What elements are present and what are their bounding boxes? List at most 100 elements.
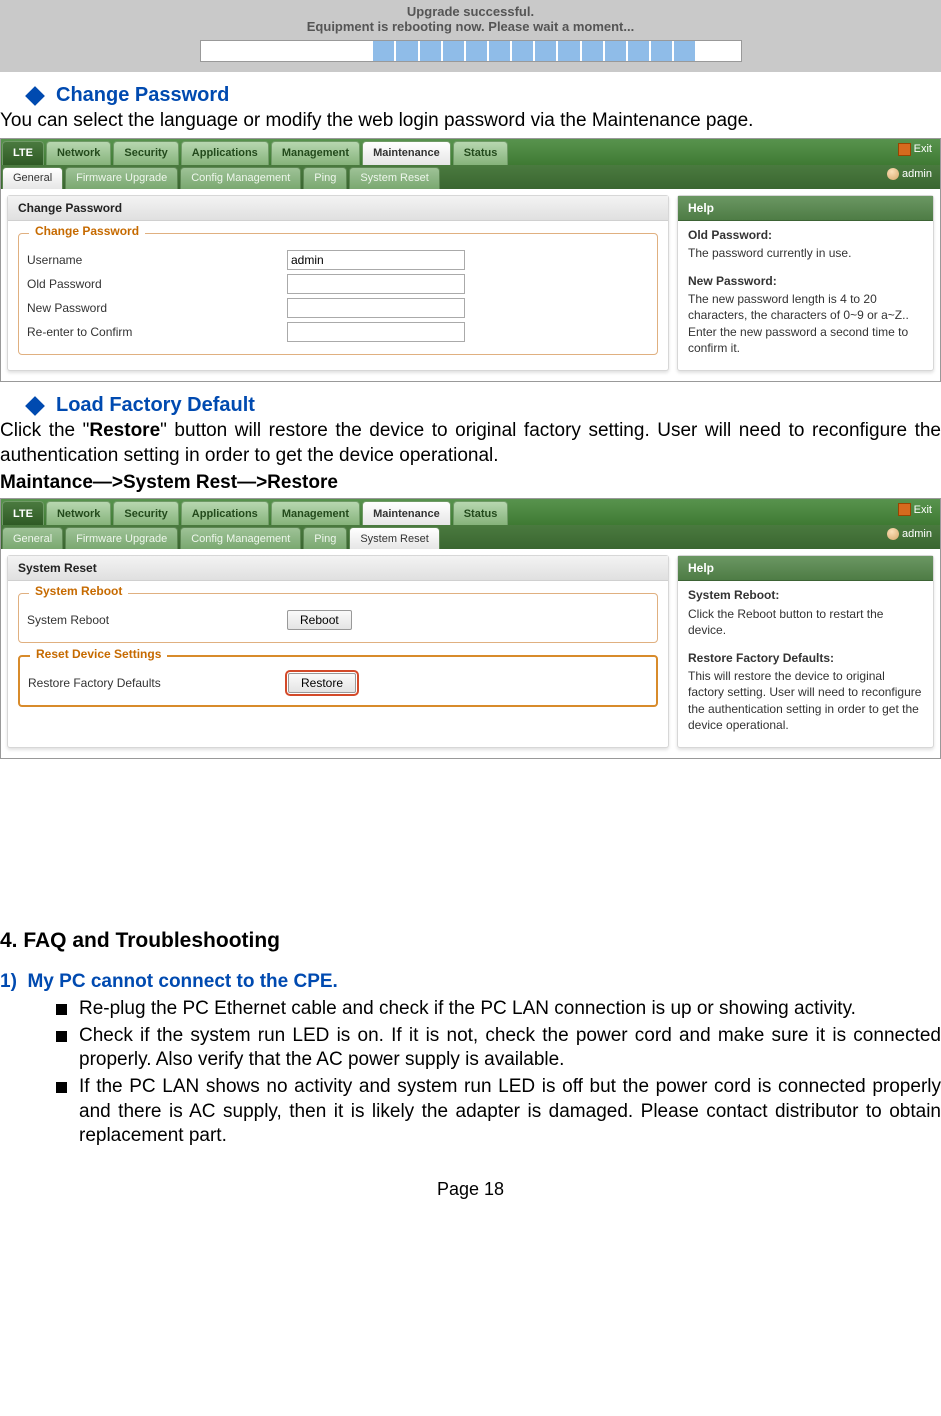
- text-path: Maintance—>System Rest—>Restore: [0, 472, 941, 494]
- faq-q1: 1) My PC cannot connect to the CPE.: [0, 971, 941, 993]
- tab-network[interactable]: Network: [46, 501, 111, 525]
- help-title: Help: [678, 556, 933, 581]
- text-load-factory-pre: Click the ": [0, 420, 89, 441]
- sub-tabs: General Firmware Upgrade Config Manageme…: [1, 165, 940, 189]
- progress-bar: [200, 40, 742, 62]
- user-icon: [887, 168, 899, 180]
- faq-bullet-3: If the PC LAN shows no activity and syst…: [79, 1075, 941, 1149]
- group-system-reboot: System Reboot System Reboot Reboot: [18, 593, 658, 643]
- tab-maintenance[interactable]: Maintenance: [362, 501, 451, 525]
- heading-faq: 4. FAQ and Troubleshooting: [0, 929, 941, 953]
- user-icon: [887, 528, 899, 540]
- reboot-button[interactable]: Reboot: [287, 610, 352, 630]
- input-username[interactable]: [287, 250, 465, 270]
- tab-management[interactable]: Management: [271, 501, 360, 525]
- subtab-system-reset[interactable]: System Reset: [349, 167, 439, 189]
- text-change-password: You can select the language or modify th…: [0, 109, 941, 134]
- subtab-firmware-upgrade[interactable]: Firmware Upgrade: [65, 527, 178, 549]
- diamond-bullet-icon: [25, 86, 45, 106]
- help-panel: Help System Reboot: Click the Reboot but…: [677, 555, 934, 748]
- group-reset-device-settings: Reset Device Settings Restore Factory De…: [18, 655, 658, 707]
- help-new-password-title: New Password:: [688, 273, 923, 289]
- heading-load-factory-text: Load Factory Default: [56, 394, 255, 417]
- input-new-password[interactable]: [287, 298, 465, 318]
- text-load-factory-bold: Restore: [89, 420, 160, 441]
- faq-q1-title: My PC cannot connect to the CPE.: [27, 971, 337, 992]
- faq-bullet-2: Check if the system run LED is on. If it…: [79, 1024, 941, 1073]
- tab-status[interactable]: Status: [453, 141, 509, 165]
- tab-network[interactable]: Network: [46, 141, 111, 165]
- input-confirm-password[interactable]: [287, 322, 465, 342]
- group-legend-reboot: System Reboot: [29, 584, 128, 598]
- subtab-general[interactable]: General: [2, 527, 63, 549]
- sub-tabs: General Firmware Upgrade Config Manageme…: [1, 525, 940, 549]
- tab-lte[interactable]: LTE: [2, 501, 44, 525]
- label-old-password: Old Password: [27, 277, 287, 291]
- heading-change-password: Change Password: [28, 84, 941, 107]
- router-ui-change-password: LTE Network Security Applications Manage…: [0, 138, 941, 382]
- upgrade-line2: Equipment is rebooting now. Please wait …: [0, 19, 941, 34]
- square-bullet-icon: [56, 1082, 67, 1093]
- subtab-general[interactable]: General: [2, 167, 63, 189]
- faq-q1-num: 1): [0, 971, 17, 992]
- router-ui-system-reset: LTE Network Security Applications Manage…: [0, 498, 941, 759]
- heading-load-factory-default: Load Factory Default: [28, 394, 941, 417]
- help-restore-title: Restore Factory Defaults:: [688, 650, 923, 666]
- label-username: Username: [27, 253, 287, 267]
- label-confirm-password: Re-enter to Confirm: [27, 325, 287, 339]
- tab-security[interactable]: Security: [113, 141, 178, 165]
- input-old-password[interactable]: [287, 274, 465, 294]
- faq-bullets: Re-plug the PC Ethernet cable and check …: [56, 997, 941, 1149]
- tab-maintenance[interactable]: Maintenance: [362, 141, 451, 165]
- help-reboot-title: System Reboot:: [688, 587, 923, 603]
- admin-label: admin: [902, 168, 932, 180]
- label-system-reboot: System Reboot: [27, 613, 287, 627]
- exit-icon: [898, 143, 911, 156]
- restore-button[interactable]: Restore: [288, 673, 356, 693]
- page-number: Page 18: [0, 1179, 941, 1200]
- tab-security[interactable]: Security: [113, 501, 178, 525]
- exit-link[interactable]: Exit: [898, 143, 932, 156]
- help-title: Help: [678, 196, 933, 221]
- group-legend: Change Password: [29, 224, 145, 238]
- upgrade-line1: Upgrade successful.: [0, 4, 941, 19]
- admin-indicator: admin: [887, 528, 932, 540]
- group-change-password: Change Password Username Old Password Ne…: [18, 233, 658, 355]
- upgrade-banner: Upgrade successful. Equipment is rebooti…: [0, 0, 941, 72]
- help-old-password-text: The password currently in use.: [688, 245, 923, 261]
- help-new-password-text: The new password length is 4 to 20 chara…: [688, 291, 923, 356]
- exit-icon: [898, 503, 911, 516]
- tab-applications[interactable]: Applications: [181, 501, 269, 525]
- help-restore-text: This will restore the device to original…: [688, 668, 923, 733]
- admin-label: admin: [902, 528, 932, 540]
- panel-title: Change Password: [8, 196, 668, 221]
- label-new-password: New Password: [27, 301, 287, 315]
- subtab-system-reset[interactable]: System Reset: [349, 527, 439, 549]
- exit-label: Exit: [914, 504, 932, 516]
- exit-link[interactable]: Exit: [898, 503, 932, 516]
- heading-change-password-text: Change Password: [56, 84, 229, 107]
- tab-lte[interactable]: LTE: [2, 141, 44, 165]
- help-old-password-title: Old Password:: [688, 227, 923, 243]
- subtab-firmware-upgrade[interactable]: Firmware Upgrade: [65, 167, 178, 189]
- main-tabs: LTE Network Security Applications Manage…: [1, 499, 940, 525]
- subtab-config-management[interactable]: Config Management: [180, 167, 301, 189]
- panel-title: System Reset: [8, 556, 668, 581]
- help-panel: Help Old Password: The password currentl…: [677, 195, 934, 371]
- help-reboot-text: Click the Reboot button to restart the d…: [688, 606, 923, 638]
- faq-bullet-1: Re-plug the PC Ethernet cable and check …: [79, 997, 856, 1022]
- tab-management[interactable]: Management: [271, 141, 360, 165]
- square-bullet-icon: [56, 1004, 67, 1015]
- tab-status[interactable]: Status: [453, 501, 509, 525]
- subtab-ping[interactable]: Ping: [303, 527, 347, 549]
- tab-applications[interactable]: Applications: [181, 141, 269, 165]
- label-restore-factory: Restore Factory Defaults: [28, 676, 288, 690]
- subtab-config-management[interactable]: Config Management: [180, 527, 301, 549]
- square-bullet-icon: [56, 1031, 67, 1042]
- admin-indicator: admin: [887, 168, 932, 180]
- text-load-factory: Click the "Restore" button will restore …: [0, 419, 941, 468]
- main-panel-change-password: Change Password Change Password Username…: [7, 195, 669, 371]
- subtab-ping[interactable]: Ping: [303, 167, 347, 189]
- diamond-bullet-icon: [25, 396, 45, 416]
- exit-label: Exit: [914, 143, 932, 155]
